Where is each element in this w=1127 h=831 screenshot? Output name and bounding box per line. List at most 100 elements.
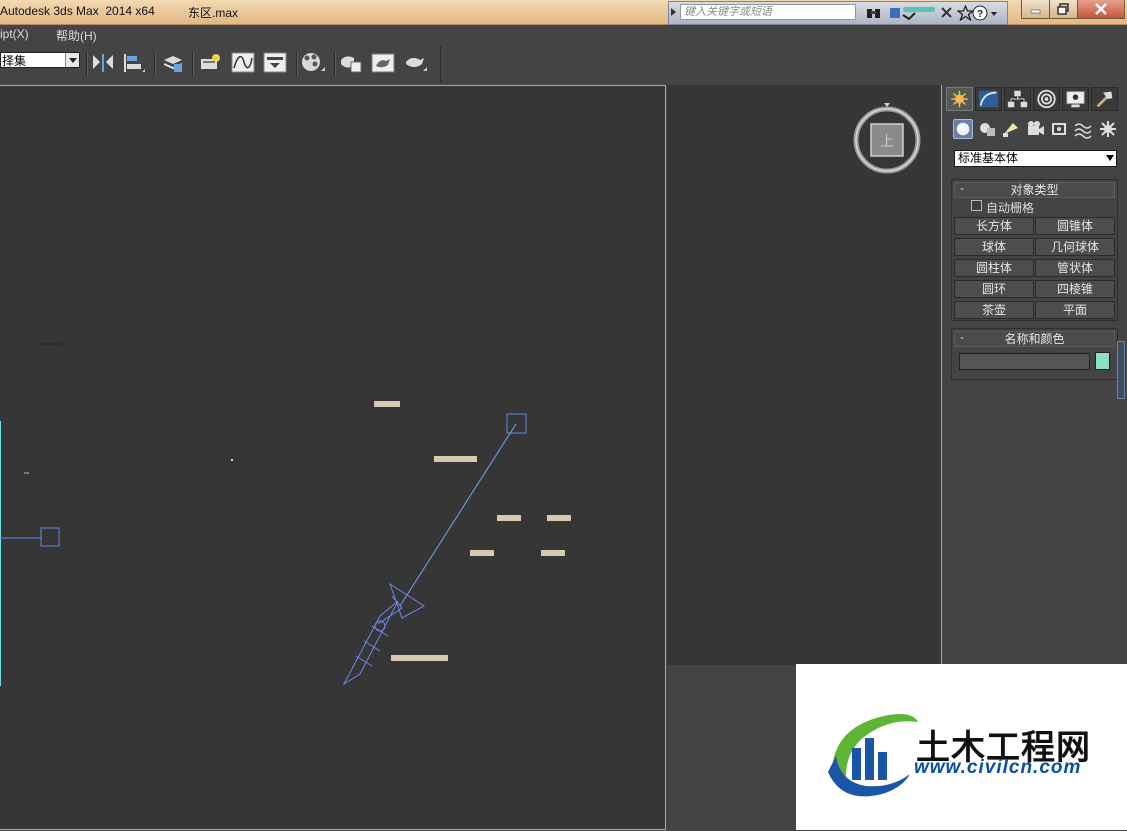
- scene-object[interactable]: [470, 550, 494, 556]
- checkbox-box[interactable]: [971, 200, 982, 211]
- object-name-field[interactable]: [959, 353, 1090, 370]
- align-icon[interactable]: [120, 50, 146, 76]
- minimize-icon: [1030, 9, 1041, 14]
- modify-arc-icon: [978, 90, 999, 108]
- menu-maxscript[interactable]: ipt(X): [0, 27, 29, 41]
- minimize-button[interactable]: [1021, 0, 1050, 19]
- scene-object[interactable]: [391, 655, 448, 661]
- hammer-icon: [1096, 91, 1113, 108]
- active-viewport[interactable]: [0, 85, 666, 830]
- menu-help[interactable]: 帮助(H): [56, 27, 97, 44]
- teapot-button[interactable]: 茶壶: [954, 301, 1034, 319]
- create-category-icons: [953, 119, 1123, 141]
- plane-button[interactable]: 平面: [1035, 301, 1115, 319]
- selection-set-label: 择集: [2, 54, 27, 68]
- material-editor-icon[interactable]: [300, 50, 326, 76]
- tab-utilities[interactable]: [1091, 87, 1118, 111]
- tab-modify[interactable]: [975, 87, 1002, 111]
- object-category-dropdown[interactable]: 标准基本体: [954, 150, 1117, 167]
- close-button[interactable]: [1077, 0, 1125, 19]
- tab-hierarchy[interactable]: [1004, 87, 1031, 111]
- tab-display[interactable]: [1062, 87, 1089, 111]
- torus-button[interactable]: 圆环: [954, 280, 1034, 298]
- geosphere-button[interactable]: 几何球体: [1035, 238, 1115, 256]
- cameras-icon[interactable]: [1025, 119, 1045, 139]
- light-target-box[interactable]: [40, 527, 60, 547]
- help-icon[interactable]: ?: [971, 5, 1001, 21]
- toolbar-separator: [154, 51, 156, 77]
- communication-center-icon[interactable]: [939, 5, 956, 21]
- viewport-divider: [941, 85, 942, 665]
- close-icon: [1095, 3, 1107, 15]
- space-warps-icon[interactable]: [1073, 119, 1093, 139]
- name-and-color-title: 名称和颜色: [1004, 332, 1065, 346]
- spotlight-target-box[interactable]: [506, 413, 527, 434]
- geometry-sphere-icon[interactable]: [953, 119, 973, 139]
- chevron-down-icon[interactable]: [65, 53, 79, 67]
- name-and-color-header[interactable]: - 名称和颜色: [954, 330, 1115, 347]
- spotlight-object[interactable]: [342, 582, 425, 686]
- toolbar-separator: [334, 51, 336, 77]
- object-color-swatch[interactable]: [1095, 352, 1110, 370]
- schematic-view-icon[interactable]: [262, 50, 288, 76]
- auto-grid-checkbox[interactable]: 自动栅格: [971, 199, 1035, 216]
- named-selection-set-dropdown[interactable]: 择集: [0, 52, 80, 68]
- display-monitor-icon: [1066, 91, 1085, 108]
- box-button[interactable]: 长方体: [954, 217, 1034, 235]
- scene-object[interactable]: [374, 401, 400, 407]
- viewcube[interactable]: 上: [667, 85, 942, 285]
- subscription-center-icon[interactable]: [889, 5, 939, 21]
- viewport-scene: [0, 343, 571, 686]
- create-star-icon: [951, 90, 968, 108]
- binoculars-icon[interactable]: [865, 5, 882, 21]
- cylinder-button[interactable]: 圆柱体: [954, 259, 1034, 277]
- sphere-button[interactable]: 球体: [954, 238, 1034, 256]
- tube-button[interactable]: 管状体: [1035, 259, 1115, 277]
- toolbar-separator: [296, 51, 298, 77]
- object-type-title: 对象类型: [1010, 183, 1059, 197]
- scene-object[interactable]: [497, 515, 521, 521]
- main-toolbar: 择集: [0, 45, 1127, 84]
- chevron-down-icon[interactable]: [1106, 155, 1114, 161]
- hierarchy-icon: [1007, 90, 1028, 108]
- helpers-icon[interactable]: [1049, 119, 1069, 139]
- title-bar: Autodesk 3ds Max 2014 x64 东区.max ?: [0, 0, 1127, 25]
- tab-create[interactable]: [946, 87, 973, 111]
- file-name: 东区.max: [188, 6, 239, 20]
- scene-object[interactable]: [547, 515, 571, 521]
- graphite-modeling-tools-icon[interactable]: [198, 50, 224, 76]
- layer-manager-icon[interactable]: [160, 50, 186, 76]
- scene-object-group: [374, 401, 571, 661]
- search-input[interactable]: [680, 4, 856, 20]
- scene-object[interactable]: [541, 550, 565, 556]
- systems-gear-icon[interactable]: [1098, 119, 1118, 139]
- restore-button[interactable]: [1049, 0, 1078, 19]
- shapes-icon[interactable]: [978, 119, 998, 139]
- pyramid-button[interactable]: 四棱锥: [1035, 280, 1115, 298]
- name-and-color-rollout: - 名称和颜色: [951, 328, 1118, 380]
- cone-button[interactable]: 圆锥体: [1035, 217, 1115, 235]
- curve-editor-icon[interactable]: [230, 50, 256, 76]
- render-setup-icon[interactable]: [338, 50, 364, 76]
- command-panel-tabs: [945, 87, 1125, 113]
- menu-bar: ipt(X) 帮助(H): [0, 25, 1127, 44]
- object-type-header[interactable]: - 对象类型: [954, 181, 1115, 198]
- toolbar-separator: [86, 51, 88, 77]
- infocenter-toolbar: ?: [668, 1, 1008, 25]
- command-panel-scrollbar[interactable]: [1117, 341, 1125, 399]
- watermark: 土木工程网 www.civilcn.com: [796, 664, 1127, 830]
- mirror-icon[interactable]: [90, 50, 116, 76]
- toolbar-group: 择集: [0, 46, 441, 82]
- scene-object[interactable]: [434, 456, 477, 462]
- object-category-value: 标准基本体: [958, 151, 1019, 165]
- secondary-viewport[interactable]: 上: [667, 85, 942, 665]
- lights-icon[interactable]: [1001, 119, 1021, 139]
- app-title: Autodesk 3ds Max 2014 x64: [0, 4, 155, 18]
- render-production-teapot-icon[interactable]: [402, 50, 428, 76]
- tab-motion[interactable]: [1033, 87, 1060, 111]
- expand-arrow-icon[interactable]: [671, 8, 676, 16]
- motion-icon: [1037, 89, 1056, 109]
- rendered-frame-window-icon[interactable]: [370, 50, 396, 76]
- auto-grid-label: 自动栅格: [986, 201, 1035, 215]
- restore-icon: [1057, 3, 1069, 15]
